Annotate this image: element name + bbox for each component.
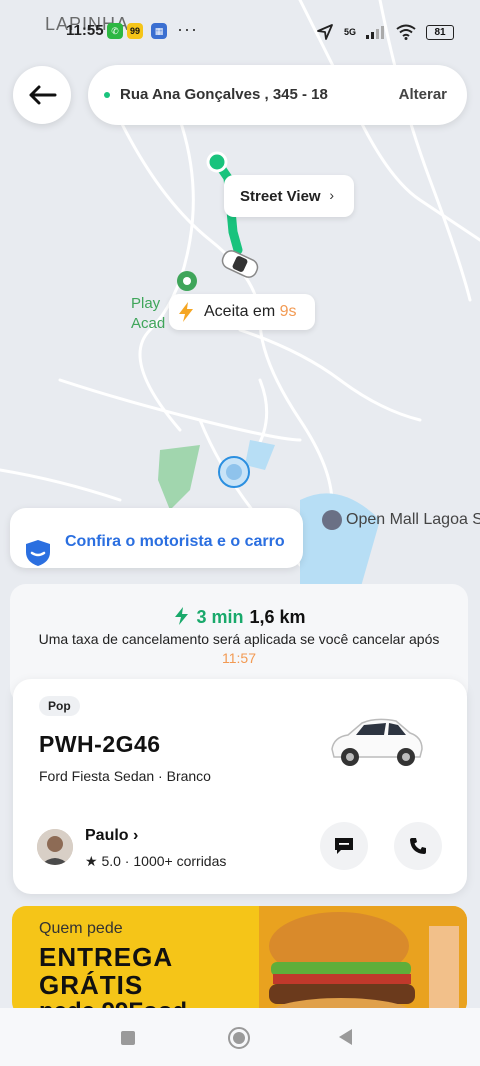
driver-rating: ★ 5.0 · 1000+ corridas — [85, 853, 227, 869]
driver-avatar[interactable] — [37, 829, 73, 865]
destination-address: Rua Ana Gonçalves , 345 - 18 — [120, 86, 328, 103]
destination-bar[interactable]: Rua Ana Gonçalves , 345 - 18 Alterar — [88, 65, 467, 125]
street-view-label: Street View — [240, 188, 321, 205]
change-destination-button[interactable]: Alterar — [399, 86, 447, 103]
driver-photo — [37, 829, 73, 865]
phone-icon — [410, 838, 426, 854]
eta-minutes: 3 min — [196, 607, 244, 627]
driver-card: Pop PWH-2G46 Ford Fiesta Sedan · Branco … — [13, 679, 467, 894]
eta-distance: 1,6 km — [249, 607, 306, 627]
check-driver-text: Confira o motorista e o carro — [65, 533, 285, 550]
cancellation-notice: Uma taxa de cancelamento será aplicada s… — [38, 631, 440, 666]
driver-name-link[interactable]: Paulo › — [85, 827, 138, 845]
street-view-button[interactable]: Street View › — [224, 175, 354, 217]
check-driver-tip[interactable]: Confira o motorista e o carro — [10, 508, 303, 568]
map-poi-mall[interactable]: Open Mall Lagoa S — [322, 510, 480, 530]
status-bar: LAPINHA 11:55 ✆ 99 ▦ ··· 5G 81 — [0, 0, 480, 60]
call-driver-button[interactable] — [394, 822, 442, 870]
mall-label: Open Mall Lagoa S — [346, 511, 480, 529]
star-icon: ★ — [85, 853, 98, 869]
cancellation-time: 11:57 — [222, 650, 256, 666]
banner-headline-2: GRÁTIS — [39, 970, 144, 1000]
banner-kicker: Quem pede — [39, 920, 123, 937]
recent-apps-button[interactable] — [121, 1031, 135, 1045]
arrow-left-icon — [29, 85, 57, 105]
home-button[interactable] — [228, 1027, 250, 1049]
banner-headline-1: ENTREGA — [39, 942, 174, 972]
burger-image — [259, 906, 467, 1016]
accept-seconds: 9s — [279, 303, 297, 320]
battery-indicator: 81 — [426, 24, 454, 40]
accept-countdown-pill: Aceita em 9s — [169, 294, 315, 330]
system-nav-bar — [0, 1008, 480, 1066]
chevron-right-icon: › — [329, 187, 334, 203]
car-image — [331, 718, 423, 766]
shopping-bag-icon — [322, 510, 342, 530]
clock: 11:55 — [66, 22, 104, 39]
license-plate: PWH-2G46 — [39, 731, 161, 757]
ride-category-badge: Pop — [39, 696, 80, 716]
eta-summary: 3 min 1,6 km — [10, 606, 468, 628]
shield-icon — [26, 540, 50, 566]
destination-dot-icon — [104, 92, 110, 98]
app-icon: ▦ — [151, 23, 167, 39]
car-model: Ford Fiesta Sedan · Branco — [39, 768, 211, 784]
network-type: 5G — [343, 27, 356, 37]
map-place-label: Play Acad — [131, 295, 166, 332]
more-notifications-icon: ··· — [177, 19, 198, 39]
fast-pickup-icon — [175, 607, 189, 625]
promo-banner[interactable]: Quem pede ENTREGA GRÁTIS pede 99Food — [12, 906, 467, 1016]
back-nav-button[interactable] — [339, 1029, 352, 1045]
wifi-icon — [396, 24, 416, 40]
location-arrow-icon — [317, 24, 333, 40]
back-button[interactable] — [13, 66, 71, 124]
chat-icon — [335, 838, 353, 854]
signal-icon — [366, 26, 384, 39]
chevron-right-icon: › — [133, 827, 139, 844]
message-driver-button[interactable] — [320, 822, 368, 870]
lightning-icon — [179, 302, 193, 322]
app-99-icon: 99 — [127, 23, 143, 39]
accept-label: Aceita em — [204, 303, 276, 320]
whatsapp-icon: ✆ — [107, 23, 123, 39]
